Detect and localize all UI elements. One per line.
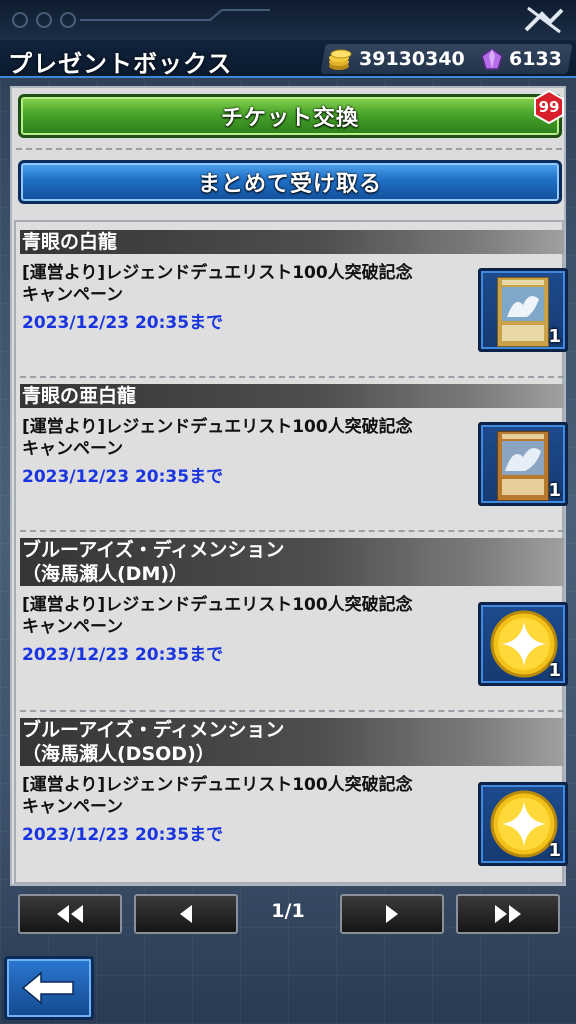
item-quantity: 1 <box>548 480 561 501</box>
prev-page-button[interactable] <box>134 894 238 934</box>
chevron-right-icon <box>386 905 398 923</box>
item-name: ブルーアイズ・ディメンション （海馬瀬人(DSOD)） <box>20 718 564 766</box>
page-title: プレゼントボックス <box>8 50 233 78</box>
header-bar: プレゼントボックス 39130340 6133 <box>0 40 576 78</box>
item-description-line2: キャンペーン <box>22 285 124 305</box>
list-item[interactable]: ブルーアイズ・ディメンション （海馬瀬人(DM)） [運営より]レジェンドデュエ… <box>20 538 568 706</box>
currency-display: 39130340 6133 <box>320 44 573 74</box>
item-quantity: 1 <box>548 840 561 861</box>
item-description-line1: [運営より]レジェンドデュエリスト100人突破記念 <box>22 595 413 615</box>
card-icon <box>497 431 549 501</box>
item-deadline: 2023/12/23 20:35まで <box>22 825 224 845</box>
present-box-panel: チケット交換 99 まとめて受け取る 青眼の白龍 [運営より]レジェンドデュエリ… <box>10 86 568 886</box>
item-description: [運営より]レジェンドデュエリスト100人突破記念 キャンペーン <box>22 594 462 638</box>
network-off-icon[interactable] <box>522 4 566 34</box>
item-description: [運営より]レジェンドデュエリスト100人突破記念 キャンペーン <box>22 416 462 460</box>
first-page-button[interactable] <box>18 894 122 934</box>
circuit-decoration-icon <box>12 9 270 28</box>
item-deadline: 2023/12/23 20:35まで <box>22 645 224 665</box>
present-list: 青眼の白龍 [運営より]レジェンドデュエリスト100人突破記念 キャンペーン 2… <box>14 220 568 886</box>
list-item[interactable]: ブルーアイズ・ディメンション （海馬瀬人(DSOD)） [運営より]レジェンドデ… <box>20 718 568 886</box>
item-thumbnail[interactable]: 1 <box>478 268 568 352</box>
item-name: ブルーアイズ・ディメンション （海馬瀬人(DM)） <box>20 538 564 586</box>
item-description: [運営より]レジェンドデュエリスト100人突破記念 キャンペーン <box>22 262 462 306</box>
next-page-button[interactable] <box>340 894 444 934</box>
divider <box>20 376 564 378</box>
gold-amount: 39130340 <box>359 48 466 70</box>
arrow-left-icon <box>21 971 74 1005</box>
item-thumbnail[interactable]: 1 <box>478 422 568 506</box>
item-description-line1: [運営より]レジェンドデュエリスト100人突破記念 <box>22 263 413 283</box>
item-name-line1: ブルーアイズ・ディメンション <box>22 539 285 561</box>
item-name-line1: ブルーアイズ・ディメンション <box>22 719 285 741</box>
list-item[interactable]: 青眼の白龍 [運営より]レジェンドデュエリスト100人突破記念 キャンペーン 2… <box>20 230 568 370</box>
double-chevron-right-icon <box>495 905 521 923</box>
card-icon <box>497 277 549 347</box>
double-chevron-left-icon <box>57 905 83 923</box>
divider <box>20 530 564 532</box>
item-description: [運営より]レジェンドデュエリスト100人突破記念 キャンペーン <box>22 774 462 818</box>
item-description-line2: キャンペーン <box>22 439 124 459</box>
page-indicator: 1/1 <box>271 900 305 922</box>
item-description-line2: キャンペーン <box>22 617 124 637</box>
back-button[interactable] <box>4 956 94 1020</box>
item-thumbnail[interactable]: 1 <box>478 602 568 686</box>
divider <box>20 710 564 712</box>
receive-all-button[interactable]: まとめて受け取る <box>18 160 562 204</box>
item-quantity: 1 <box>548 326 561 347</box>
item-description-line1: [運営より]レジェンドデュエリスト100人突破記念 <box>22 775 413 795</box>
item-name-line2: （海馬瀬人(DSOD)） <box>22 743 215 765</box>
item-description-line2: キャンペーン <box>22 797 124 817</box>
item-thumbnail[interactable]: 1 <box>478 782 568 866</box>
ticket-exchange-button[interactable]: チケット交換 <box>18 94 562 138</box>
item-deadline: 2023/12/23 20:35まで <box>22 467 224 487</box>
divider <box>16 148 562 150</box>
gold-coin-icon <box>329 49 352 70</box>
item-quantity: 1 <box>548 660 561 681</box>
list-item[interactable]: 青眼の亜白龍 [運営より]レジェンドデュエリスト100人突破記念 キャンペーン … <box>20 384 568 524</box>
chevron-left-icon <box>180 905 192 923</box>
item-name: 青眼の白龍 <box>20 230 564 254</box>
item-name-line2: （海馬瀬人(DM)） <box>22 563 189 585</box>
item-description-line1: [運営より]レジェンドデュエリスト100人突破記念 <box>22 417 413 437</box>
item-name: 青眼の亜白龍 <box>20 384 564 408</box>
top-status-strip <box>0 0 576 40</box>
ticket-badge-count: 99 <box>538 98 560 116</box>
last-page-button[interactable] <box>456 894 560 934</box>
gem-icon <box>481 48 503 70</box>
item-deadline: 2023/12/23 20:35まで <box>22 313 224 333</box>
gem-amount: 6133 <box>509 48 562 70</box>
